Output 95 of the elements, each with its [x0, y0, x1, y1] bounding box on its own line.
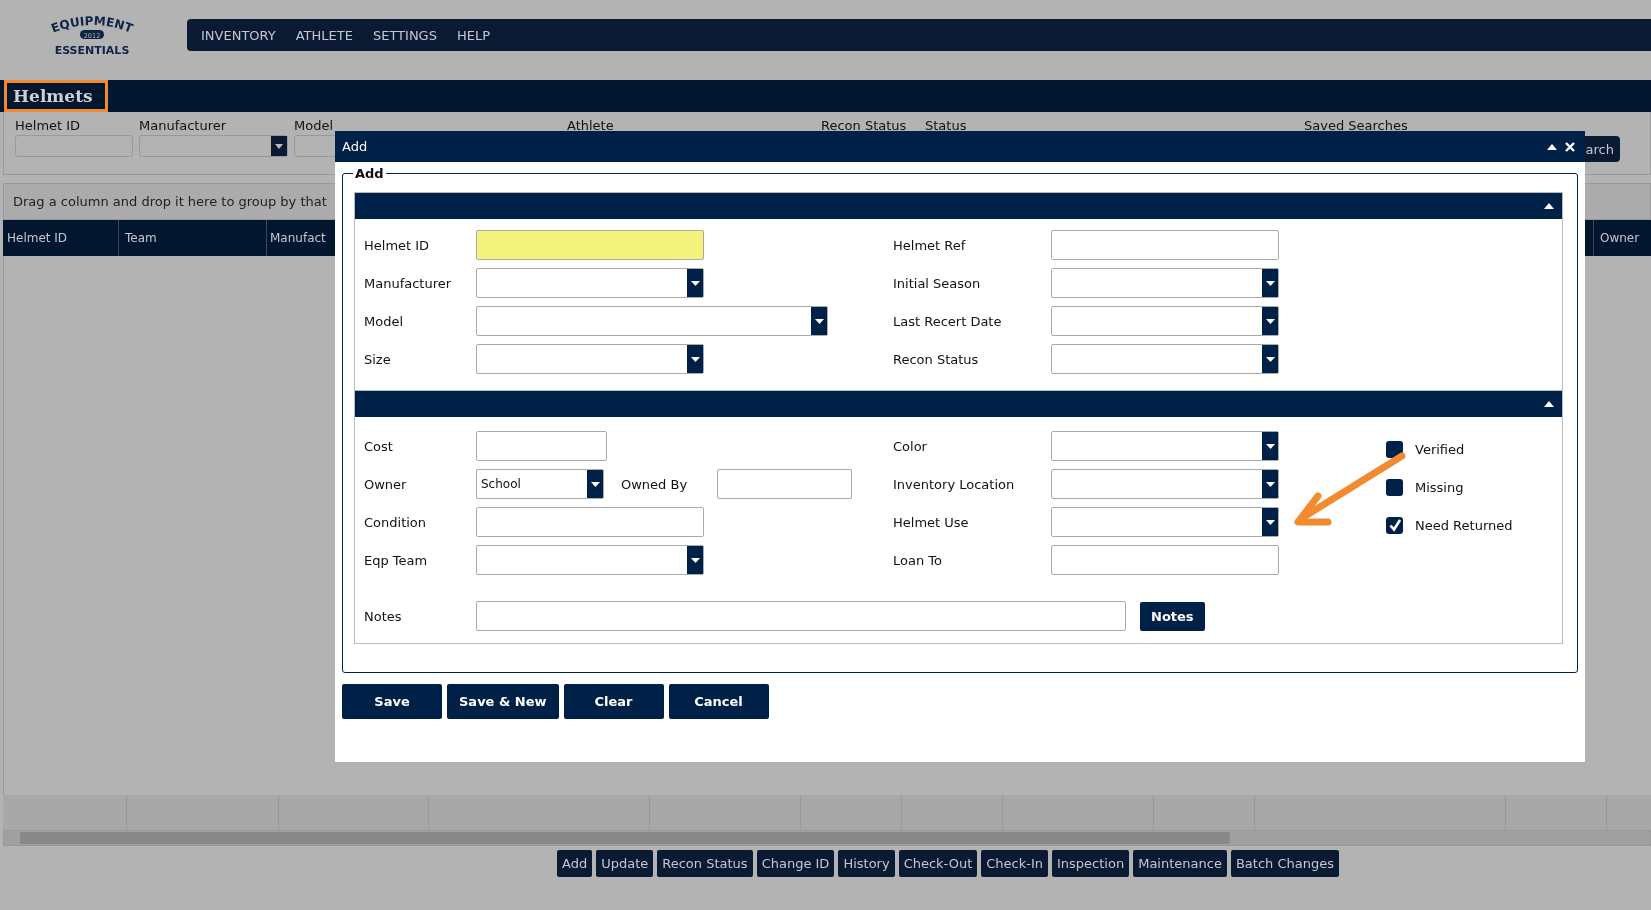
checkbox-label: Verified	[1415, 441, 1465, 457]
field-label: Eqp Team	[364, 552, 429, 568]
input-field[interactable]	[476, 507, 704, 537]
dialog-title: Add	[342, 139, 368, 154]
toolbar-button[interactable]: Check-In	[981, 850, 1048, 877]
nav-item[interactable]: SETTINGS	[372, 27, 437, 43]
checkbox[interactable]	[1386, 478, 1403, 496]
close-icon[interactable]	[1565, 141, 1575, 152]
caret-icon	[1265, 280, 1275, 286]
group-hint: Drag a column and drop it here to group by that	[12, 194, 327, 209]
form-legend: Add	[353, 166, 386, 181]
caret-icon	[690, 280, 700, 286]
search-button[interactable]: arch	[1583, 136, 1620, 162]
column-header[interactable]: Owner	[1593, 220, 1651, 256]
input-field[interactable]	[476, 230, 704, 260]
input-field[interactable]	[476, 431, 607, 461]
field-label: Model	[364, 313, 405, 329]
toolbar-button[interactable]: Batch Changes	[1230, 850, 1339, 877]
caret-icon	[1265, 481, 1275, 487]
input-field[interactable]	[717, 469, 853, 499]
toolbar-button[interactable]: Update	[596, 850, 654, 877]
field-label: Notes	[364, 608, 403, 624]
filter-input[interactable]	[15, 135, 133, 157]
input-field[interactable]	[1051, 230, 1279, 260]
filter-label: Model	[294, 118, 335, 133]
dropdown-field[interactable]	[1051, 344, 1279, 374]
dropdown-field[interactable]	[1051, 306, 1279, 336]
dropdown-field[interactable]	[476, 344, 704, 374]
dropdown-field[interactable]	[476, 545, 704, 575]
field-label: Cost	[364, 438, 394, 454]
toolbar-button[interactable]: Maintenance	[1133, 850, 1227, 877]
field-label: Owner	[364, 476, 408, 492]
page-title: Helmets	[4, 80, 108, 112]
dropdown-field[interactable]	[1051, 507, 1279, 537]
collapse-icon[interactable]	[1544, 401, 1554, 407]
caret-icon	[814, 318, 824, 324]
checkbox-label: Missing	[1415, 479, 1464, 495]
caret-icon	[1265, 443, 1275, 449]
toolbar-button[interactable]: Recon Status	[657, 850, 753, 877]
caret-icon	[1265, 318, 1275, 324]
caret-icon	[690, 356, 700, 362]
dropdown-field[interactable]: School	[476, 469, 604, 499]
caret-icon	[275, 143, 283, 149]
toolbar-button[interactable]: Inspection	[1052, 850, 1130, 877]
toolbar-button[interactable]: History	[838, 850, 895, 877]
toolbar-button[interactable]: Check-Out	[898, 850, 978, 877]
column-header[interactable]: Helmet ID	[3, 220, 119, 256]
filter-dropdown[interactable]	[139, 135, 288, 157]
caret-icon	[1265, 519, 1275, 525]
dropdown-field[interactable]	[476, 306, 828, 336]
dialog-button[interactable]: Save & New	[447, 684, 559, 719]
checkbox[interactable]	[1386, 516, 1403, 534]
checkbox-label: Need Returned	[1415, 517, 1513, 533]
field-value: School	[480, 477, 521, 491]
dropdown-field[interactable]	[1051, 431, 1279, 461]
collapse-icon[interactable]	[1547, 143, 1557, 150]
field-label: Size	[364, 351, 392, 367]
dropdown-field[interactable]	[1051, 469, 1279, 499]
horizontal-scrollbar[interactable]	[3, 830, 1651, 846]
dropdown-field[interactable]	[476, 268, 704, 298]
nav-item[interactable]: INVENTORY	[201, 27, 276, 43]
field-label: Loan To	[893, 552, 943, 568]
dialog-button[interactable]: Save	[342, 684, 442, 719]
notes-field[interactable]	[476, 601, 1126, 631]
caret-icon	[1265, 356, 1275, 362]
field-label: Initial Season	[893, 275, 982, 291]
input-field[interactable]	[1051, 545, 1279, 575]
dialog-button[interactable]: Cancel	[668, 684, 769, 719]
field-label: Manufacturer	[364, 275, 453, 291]
notes-button[interactable]: Notes	[1140, 601, 1205, 631]
toolbar-button[interactable]: Add	[557, 850, 593, 877]
filter-label: Status	[925, 118, 968, 133]
field-label: Helmet Use	[893, 514, 970, 530]
filter-label: Recon Status	[821, 118, 908, 133]
field-label: Helmet Ref	[893, 237, 967, 253]
field-label: Owned By	[621, 476, 688, 492]
column-header[interactable]: Team	[119, 220, 267, 256]
collapse-icon[interactable]	[1544, 203, 1554, 209]
caret-icon	[590, 481, 600, 487]
field-label: Inventory Location	[893, 476, 1016, 492]
caret-icon	[690, 557, 700, 563]
dropdown-field[interactable]	[1051, 268, 1279, 298]
field-label: Color	[893, 438, 928, 454]
field-label: Condition	[364, 514, 428, 530]
filter-label: Helmet ID	[15, 118, 82, 133]
field-label: Recon Status	[893, 351, 980, 367]
toolbar-button[interactable]: Change ID	[756, 850, 835, 877]
field-label: Last Recert Date	[893, 313, 1003, 329]
filter-label: Athlete	[567, 118, 615, 133]
nav-item[interactable]: ATHLETE	[295, 27, 353, 43]
filter-label: Saved Searches	[1304, 118, 1409, 133]
dialog-button[interactable]: Clear	[563, 684, 664, 719]
filter-label: Manufacturer	[139, 118, 228, 133]
field-label: Helmet ID	[364, 237, 431, 253]
nav-item[interactable]: HELP	[456, 27, 491, 43]
